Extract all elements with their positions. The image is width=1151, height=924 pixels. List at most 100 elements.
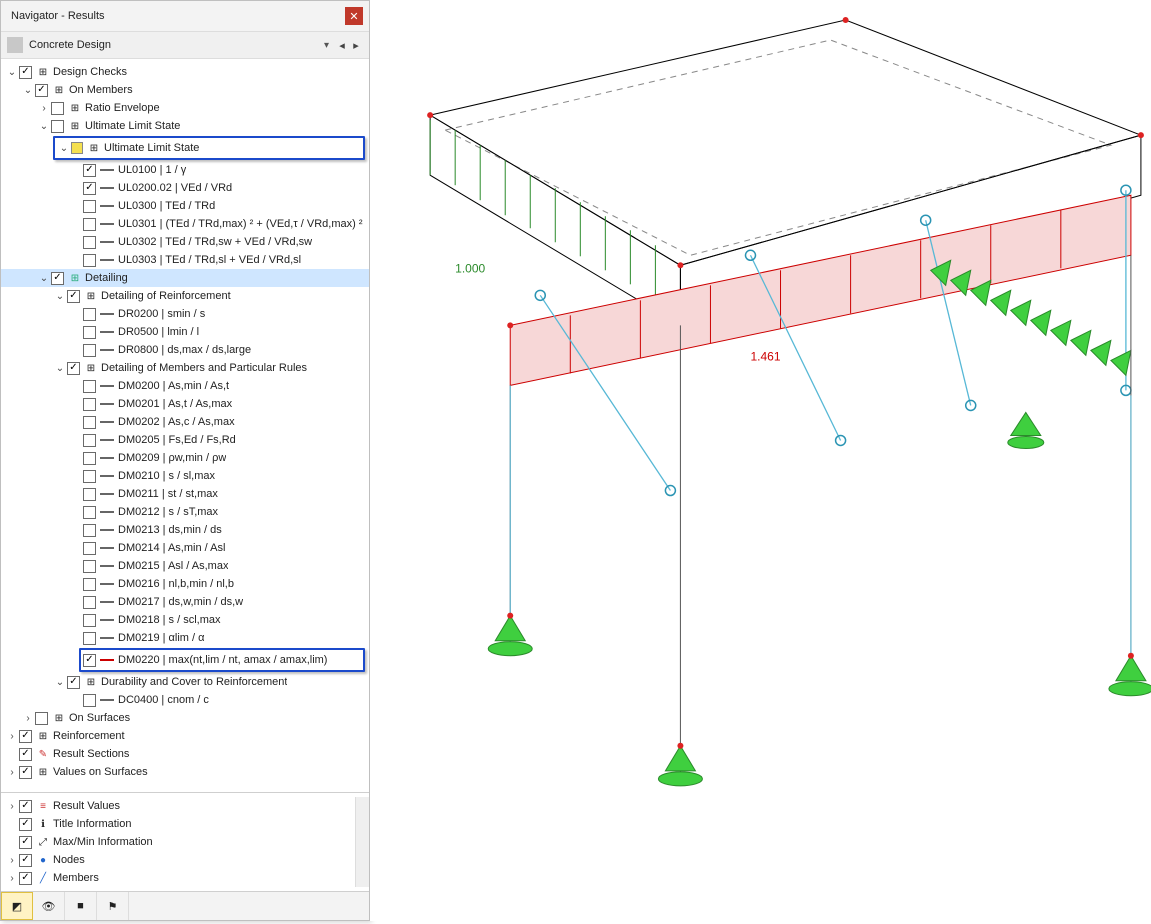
- eye-button[interactable]: 👁: [33, 892, 65, 920]
- tree-leaf[interactable]: DR0800 | ds,max / ds,large: [1, 341, 369, 359]
- checkbox[interactable]: [83, 632, 96, 645]
- checkbox[interactable]: [83, 434, 96, 447]
- expand-icon[interactable]: ›: [5, 801, 19, 812]
- tree-leaf-dm0220[interactable]: DM0220 | max(nt,lim / nt, amax / amax,li…: [83, 651, 361, 669]
- checkbox[interactable]: [19, 66, 32, 79]
- checkbox[interactable]: [19, 800, 32, 813]
- checkbox[interactable]: [83, 218, 96, 231]
- expand-icon[interactable]: ›: [5, 731, 19, 742]
- expand-icon[interactable]: ›: [21, 713, 35, 724]
- tree-leaf[interactable]: DM0210 | s / sl,max: [1, 467, 369, 485]
- tree-leaf[interactable]: DM0211 | st / st,max: [1, 485, 369, 503]
- tree-node-on-members[interactable]: ⌄ ⊞ On Members: [1, 81, 369, 99]
- expand-icon[interactable]: ⌄: [5, 67, 19, 78]
- checkbox[interactable]: [35, 712, 48, 725]
- close-icon[interactable]: ✕: [345, 7, 363, 25]
- expand-icon[interactable]: ›: [5, 767, 19, 778]
- tree-leaf[interactable]: UL0301 | (TEd / TRd,max) ² + (VEd,τ / VR…: [1, 215, 369, 233]
- tree-leaf[interactable]: UL0200.02 | VEd / VRd: [1, 179, 369, 197]
- checkbox[interactable]: [83, 506, 96, 519]
- checkbox[interactable]: [67, 676, 80, 689]
- tree-node-design-checks[interactable]: ⌄ ⊞ Design Checks: [1, 63, 369, 81]
- expand-icon[interactable]: ⌄: [53, 363, 67, 374]
- view-selector[interactable]: Concrete Design ▾ ◂ ▸: [1, 32, 369, 59]
- tree-node-ratio-envelope[interactable]: › ⊞ Ratio Envelope: [1, 99, 369, 117]
- tree-node-title-info[interactable]: ℹ Title Information: [1, 815, 355, 833]
- expand-icon[interactable]: ⌄: [57, 143, 71, 154]
- model-viewport[interactable]: 1.000 1.461: [370, 0, 1151, 921]
- tree-leaf[interactable]: DC0400 | cnom / c: [1, 691, 369, 709]
- nav-prev-icon[interactable]: ◂: [335, 39, 349, 52]
- tree-node-uls[interactable]: ⌄ ⊞ Ultimate Limit State: [1, 117, 369, 135]
- checkbox[interactable]: [83, 236, 96, 249]
- tree-node-detailing[interactable]: ⌄ ⊞ Detailing: [1, 269, 369, 287]
- tree-leaf[interactable]: DR0500 | lmin / l: [1, 323, 369, 341]
- tree-leaf[interactable]: DM0219 | αlim / α: [1, 629, 369, 647]
- tree-leaf[interactable]: UL0300 | TEd / TRd: [1, 197, 369, 215]
- tree-leaf[interactable]: DM0200 | As,min / As,t: [1, 377, 369, 395]
- tree-node-result-sections[interactable]: ✎ Result Sections: [1, 745, 369, 763]
- tree-node-durability[interactable]: ⌄ ⊞ Durability and Cover to Reinforcemen…: [1, 673, 369, 691]
- checkbox[interactable]: [83, 200, 96, 213]
- tree-node-uls-inner[interactable]: ⌄ ⊞ Ultimate Limit State: [57, 139, 361, 157]
- checkbox[interactable]: [83, 694, 96, 707]
- tree-node-members[interactable]: › ╱ Members: [1, 869, 355, 887]
- expand-icon[interactable]: ›: [37, 103, 51, 114]
- checkbox[interactable]: [83, 182, 96, 195]
- checkbox[interactable]: [19, 748, 32, 761]
- checkbox[interactable]: [83, 380, 96, 393]
- tree-leaf[interactable]: UL0302 | TEd / TRd,sw + VEd / VRd,sw: [1, 233, 369, 251]
- result-tree[interactable]: ⌄ ⊞ Design Checks ⌄ ⊞ On Members › ⊞ Rat…: [1, 59, 369, 792]
- checkbox[interactable]: [67, 362, 80, 375]
- tree-node-on-surfaces[interactable]: › ⊞ On Surfaces: [1, 709, 369, 727]
- tree-node-maxmin[interactable]: ⤢ Max/Min Information: [1, 833, 355, 851]
- checkbox[interactable]: [83, 542, 96, 555]
- checkbox[interactable]: [83, 254, 96, 267]
- tree-leaf[interactable]: DM0202 | As,c / As,max: [1, 413, 369, 431]
- expand-icon[interactable]: ⌄: [37, 121, 51, 132]
- checkbox[interactable]: [19, 854, 32, 867]
- tree-leaf[interactable]: DM0212 | s / sT,max: [1, 503, 369, 521]
- flag-button[interactable]: ⚑: [97, 892, 129, 920]
- checkbox[interactable]: [83, 452, 96, 465]
- checkbox[interactable]: [35, 84, 48, 97]
- tree-leaf[interactable]: DM0201 | As,t / As,max: [1, 395, 369, 413]
- expand-icon[interactable]: ⌄: [37, 273, 51, 284]
- tree-leaf[interactable]: DM0205 | Fs,Ed / Fs,Rd: [1, 431, 369, 449]
- checkbox[interactable]: [83, 654, 96, 667]
- tree-leaf[interactable]: UL0303 | TEd / TRd,sl + VEd / VRd,sl: [1, 251, 369, 269]
- checkbox[interactable]: [83, 470, 96, 483]
- tree-leaf[interactable]: DM0213 | ds,min / ds: [1, 521, 369, 539]
- tree-node-reinforcement[interactable]: › ⊞ Reinforcement: [1, 727, 369, 745]
- tree-node-values-surfaces[interactable]: › ⊞ Values on Surfaces: [1, 763, 369, 781]
- video-button[interactable]: ■: [65, 892, 97, 920]
- tree-leaf[interactable]: DM0216 | nl,b,min / nl,b: [1, 575, 369, 593]
- tree-leaf[interactable]: UL0100 | 1 / γ: [1, 161, 369, 179]
- checkbox[interactable]: [83, 164, 96, 177]
- tree-leaf[interactable]: DM0218 | s / scl,max: [1, 611, 369, 629]
- checkbox[interactable]: [19, 730, 32, 743]
- checkbox[interactable]: [19, 766, 32, 779]
- checkbox[interactable]: [51, 120, 64, 133]
- checkbox[interactable]: [83, 560, 96, 573]
- checkbox[interactable]: [83, 326, 96, 339]
- tree-leaf[interactable]: DR0200 | smin / s: [1, 305, 369, 323]
- checkbox[interactable]: [51, 102, 64, 115]
- tree-leaf[interactable]: DM0215 | Asl / As,max: [1, 557, 369, 575]
- tree-node-nodes[interactable]: › ● Nodes: [1, 851, 355, 869]
- tree-leaf[interactable]: DM0217 | ds,w,min / ds,w: [1, 593, 369, 611]
- checkbox[interactable]: [67, 290, 80, 303]
- checkbox[interactable]: [19, 818, 32, 831]
- checkbox[interactable]: [83, 308, 96, 321]
- nav-next-icon[interactable]: ▸: [349, 39, 363, 52]
- tree-leaf[interactable]: DM0214 | As,min / Asl: [1, 539, 369, 557]
- checkbox[interactable]: [83, 524, 96, 537]
- checkbox[interactable]: [83, 344, 96, 357]
- checkbox[interactable]: [83, 416, 96, 429]
- tree-leaf[interactable]: DM0209 | ρw,min / ρw: [1, 449, 369, 467]
- expand-icon[interactable]: ⌄: [53, 291, 67, 302]
- checkbox[interactable]: [83, 578, 96, 591]
- expand-icon[interactable]: ›: [5, 873, 19, 884]
- tree-node-result-values[interactable]: › ≡ Result Values: [1, 797, 355, 815]
- expand-icon[interactable]: ›: [5, 855, 19, 866]
